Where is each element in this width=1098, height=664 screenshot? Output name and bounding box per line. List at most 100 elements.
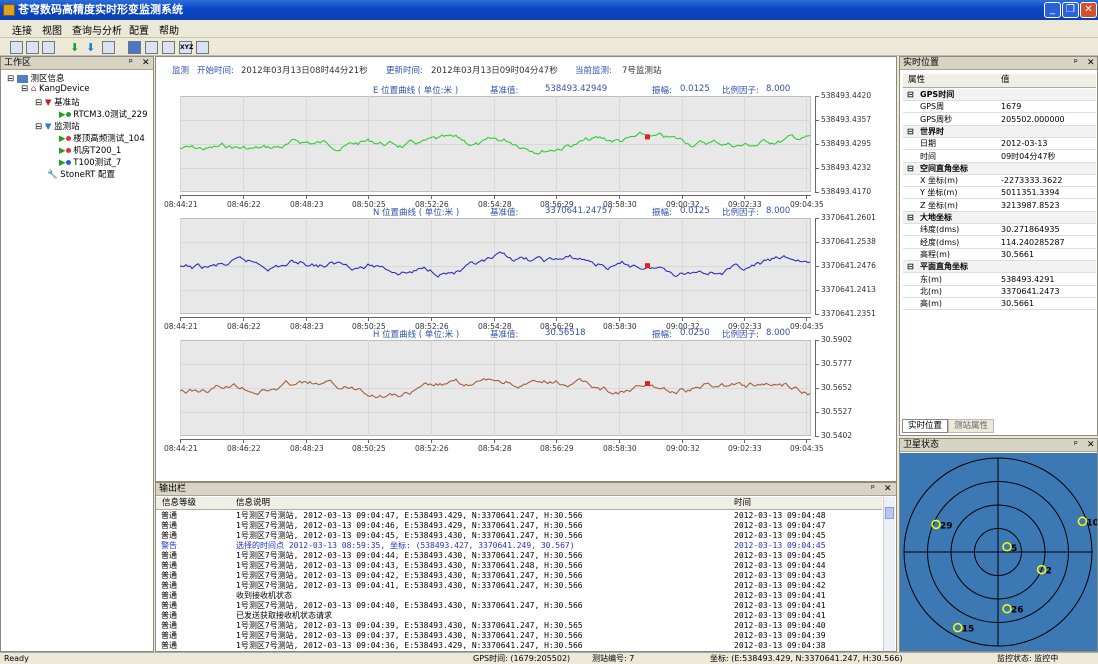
property-row[interactable]: GPS周秒 205502.000000 [903, 114, 1096, 126]
start-time-label: 开始时间: [197, 66, 234, 76]
property-row[interactable]: 高程(m) 30.5661 [903, 249, 1096, 261]
row-time: 2012-03-13 09:04:43 [734, 571, 826, 580]
property-row[interactable]: 日期 2012-03-13 [903, 138, 1096, 151]
tree-monitor-item[interactable]: ▶ 楼顶高频测试_104 [59, 132, 145, 144]
property-key: X 坐标(m) [920, 176, 959, 186]
output-row[interactable]: 普通 已发送获取接收机状态请求 2012-03-13 09:04:41 [156, 611, 882, 621]
close-button[interactable]: ✕ [1080, 2, 1097, 18]
collapse-icon[interactable]: ⊟ [907, 212, 914, 224]
tab-realtime-position[interactable]: 实时位置 [902, 419, 948, 433]
collapse-icon[interactable]: ⊟ [907, 163, 914, 175]
property-row[interactable]: 北(m) 3370641.2473 [903, 286, 1096, 298]
tree-base-item[interactable]: ▶ RTCM3.0测试_229 [59, 108, 148, 120]
output-row[interactable]: 普通 1号测区7号测站, 2012-03-13 09:04:46, E:53849… [156, 521, 882, 531]
chart-scale-value: 8.000 [766, 328, 791, 338]
connect-icon[interactable] [10, 41, 23, 54]
tab-station-properties[interactable]: 测站属性 [948, 419, 994, 433]
property-group[interactable]: ⊟ 平面直角坐标 [903, 261, 1096, 274]
tree-root[interactable]: ⊟ 测区信息 [7, 72, 65, 84]
property-row[interactable]: 经度(dms) 114.240285287 [903, 237, 1096, 249]
col-time[interactable]: 时间 [734, 497, 751, 509]
status-ready: Ready [4, 654, 29, 663]
pin-icon[interactable]: ᵖ [871, 483, 875, 495]
collapse-icon[interactable]: ⊟ [907, 89, 914, 101]
output-row[interactable]: 普通 1号测区7号测站, 2012-03-13 09:04:37, E:53849… [156, 631, 882, 641]
xyz-icon[interactable]: XYZ [179, 41, 193, 54]
output-row[interactable]: 普通 1号测区7号测站, 2012-03-13 09:04:43, E:53849… [156, 561, 882, 571]
property-key: Z 坐标(m) [920, 200, 959, 210]
output-row[interactable]: 普通 1号测区7号测站, 2012-03-13 09:04:40, E:53849… [156, 601, 882, 611]
chart-scale-value: 8.000 [766, 84, 791, 94]
col-level[interactable]: 信息等级 [162, 497, 196, 509]
y-tick-label: 3370641.2601 [821, 213, 876, 222]
settings-icon[interactable] [196, 41, 209, 54]
row-level: 普通 [161, 511, 177, 520]
output-row[interactable]: 普通 1号测区7号测站, 2012-03-13 09:04:44, E:53849… [156, 551, 882, 561]
property-group[interactable]: ⊟ 世界时 [903, 125, 1096, 138]
x-tick-label: 08:44:21 [164, 444, 198, 453]
pin-icon[interactable]: ᵖ [1074, 57, 1078, 69]
window-icon[interactable] [102, 41, 115, 54]
output-row[interactable]: 普通 1号测区7号测站, 2012-03-13 09:04:45, E:53849… [156, 531, 882, 541]
output-row[interactable]: 普通 1号测区7号测站, 2012-03-13 09:04:39, E:53849… [156, 621, 882, 631]
collapse-icon[interactable]: ⊟ [907, 126, 914, 138]
property-row[interactable]: 时间 09时04分47秒 [903, 151, 1096, 163]
pin-icon[interactable]: ᵖ [129, 57, 133, 69]
tree-base-group[interactable]: ⊟ ▼ 基准站 [35, 96, 80, 108]
panel-close-icon[interactable]: ✕ [1087, 439, 1095, 451]
table-icon[interactable] [162, 41, 175, 54]
menu-help[interactable]: 帮助 [159, 22, 179, 37]
property-row[interactable]: 东(m) 538493.4291 [903, 274, 1096, 286]
download-icon[interactable]: ⬇ [70, 41, 81, 54]
menu-query-analysis[interactable]: 查询与分析 [72, 22, 122, 37]
menu-view[interactable]: 视图 [42, 22, 62, 37]
panel-close-icon[interactable]: ✕ [884, 483, 892, 495]
property-row[interactable]: 高(m) 30.5661 [903, 298, 1096, 311]
tree-monitor-item[interactable]: ▶ T100测试_7 [59, 156, 121, 168]
collapse-icon[interactable]: ⊟ [907, 261, 914, 273]
tree-monitor-group[interactable]: ⊟ ▼ 监测站 [35, 120, 80, 132]
property-group[interactable]: ⊟ 大地坐标 [903, 212, 1096, 224]
output-row[interactable]: 普通 1号测区7号测站, 2012-03-13 09:04:36, E:53849… [156, 641, 882, 651]
menu-config[interactable]: 配置 [129, 22, 149, 37]
tree-config[interactable]: 🔧 StoneRT 配置 [47, 168, 115, 180]
property-group[interactable]: ⊟ 空间直角坐标 [903, 162, 1096, 175]
property-value: 30.5661 [1001, 249, 1035, 259]
computer-icon [16, 74, 28, 83]
panel-close-icon[interactable]: ✕ [1087, 57, 1095, 69]
panel-close-icon[interactable]: ✕ [142, 57, 150, 69]
output-row[interactable]: 普通 1号测区7号测站, 2012-03-13 09:04:42, E:53849… [156, 571, 882, 581]
col-description[interactable]: 信息说明 [236, 497, 270, 509]
property-row[interactable]: 纬度(dms) 30.271864935 [903, 224, 1096, 237]
output-row[interactable]: 警告 选择的时间点 2012-03-13 08:59:35, 坐标: (53849… [156, 541, 882, 551]
scrollbar-thumb[interactable] [885, 507, 894, 519]
property-row[interactable]: Z 坐标(m) 3213987.8523 [903, 200, 1096, 212]
output-scrollbar[interactable] [883, 497, 895, 651]
property-row[interactable]: GPS周 1679 [903, 101, 1096, 114]
realtime-panel: 实时位置 ᵖ ✕ 属性 值 ⊟ GPS时间 GPS周 1679 GPS周秒 205502.… [899, 56, 1098, 436]
property-group[interactable]: ⊟ GPS时间 [903, 89, 1096, 101]
upload-icon[interactable]: ⬇ [86, 41, 97, 54]
x-tick-mark [556, 317, 557, 321]
pin-icon[interactable]: ᵖ [1074, 439, 1078, 451]
row-time: 2012-03-13 09:04:44 [734, 561, 826, 570]
output-row[interactable]: 普通 1号测区7号测站, 2012-03-13 09:04:41, E:53849… [156, 581, 882, 591]
monitor-label: 监测 [172, 66, 190, 76]
minimize-button[interactable]: _ [1044, 2, 1061, 18]
list-icon[interactable] [145, 41, 158, 54]
property-row[interactable]: X 坐标(m) -2273333.3622 [903, 175, 1096, 188]
maximize-button[interactable]: ❐ [1062, 2, 1079, 18]
y-tick-label: 30.5777 [821, 359, 853, 368]
x-tick-label: 08:58:30 [603, 444, 637, 453]
network-icon[interactable] [42, 41, 55, 54]
menu-connect[interactable]: 连接 [12, 22, 32, 37]
output-row[interactable]: 普通 1号测区7号测站, 2012-03-13 09:04:47, E:53849… [156, 511, 882, 521]
y-tick-label: 30.5402 [821, 431, 853, 440]
output-row[interactable]: 普通 收到接收机状态 2012-03-13 09:04:41 [156, 591, 882, 601]
tree-monitor-item[interactable]: ▶ 机房T200_1 [59, 144, 121, 156]
layout-icon[interactable] [128, 41, 141, 54]
property-row[interactable]: Y 坐标(m) 5011351.3394 [903, 187, 1096, 200]
users-icon[interactable] [26, 41, 39, 54]
tree-device[interactable]: ⊟ ⌂ KangDevice [21, 84, 89, 94]
x-tick-mark [494, 317, 495, 321]
